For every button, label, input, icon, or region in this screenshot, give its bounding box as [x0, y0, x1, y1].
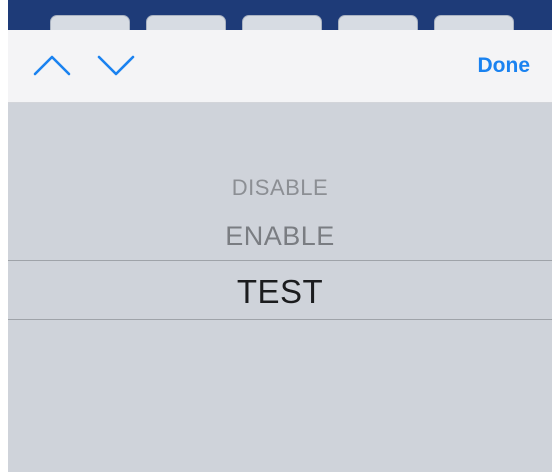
selection-indicator-top: [8, 260, 552, 261]
screen: Done DISABLE ENABLE TEST: [0, 0, 552, 472]
chevron-down-icon: [97, 55, 135, 76]
header-strip: [8, 0, 552, 35]
picker-wheel[interactable]: DISABLE ENABLE TEST: [8, 103, 552, 472]
selection-indicator-bottom: [8, 319, 552, 320]
picker-toolbar: Done: [8, 30, 552, 103]
done-button[interactable]: Done: [478, 54, 531, 78]
previous-button[interactable]: [32, 50, 72, 80]
chevron-up-icon: [33, 55, 71, 76]
next-button[interactable]: [96, 50, 136, 80]
picker-option-enable[interactable]: ENABLE: [8, 221, 552, 252]
picker-option-disable[interactable]: DISABLE: [8, 175, 552, 201]
picker-option-selected[interactable]: TEST: [8, 273, 552, 311]
